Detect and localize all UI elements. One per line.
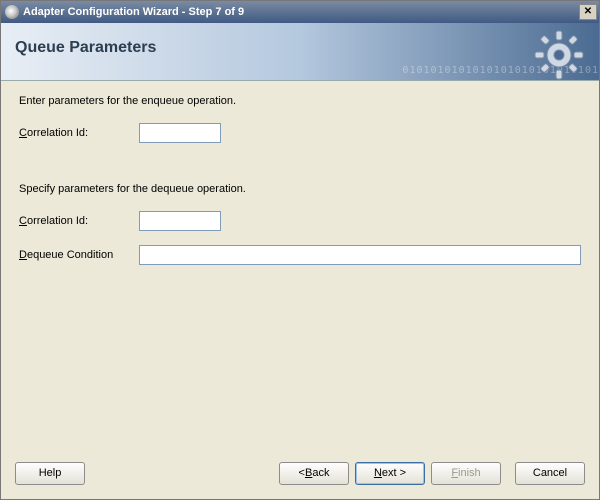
dequeue-correlation-row: Correlation Id:: [19, 211, 581, 231]
dequeue-correlation-label: Correlation Id:: [19, 215, 139, 227]
content-area: Enter parameters for the enqueue operati…: [1, 81, 599, 457]
app-icon: [5, 5, 19, 19]
dequeue-instruction: Specify parameters for the dequeue opera…: [19, 183, 581, 195]
window-title: Adapter Configuration Wizard - Step 7 of…: [23, 6, 579, 18]
help-button[interactable]: Help: [15, 462, 85, 485]
gear-icon: [531, 27, 587, 81]
enqueue-instruction: Enter parameters for the enqueue operati…: [19, 95, 581, 107]
close-button[interactable]: ✕: [579, 4, 597, 20]
enqueue-correlation-label: Correlation Id:: [19, 127, 139, 139]
cancel-button[interactable]: Cancel: [515, 462, 585, 485]
back-button[interactable]: < Back: [279, 462, 349, 485]
button-bar: Help < Back Next > Finish Cancel: [1, 457, 599, 499]
dequeue-condition-input[interactable]: [139, 245, 581, 265]
next-button[interactable]: Next >: [355, 462, 425, 485]
dequeue-correlation-input[interactable]: [139, 211, 221, 231]
header-banner: Queue Parameters 01010101010101010101010…: [1, 23, 599, 81]
page-title: Queue Parameters: [15, 39, 156, 57]
enqueue-correlation-row: Correlation Id:: [19, 123, 581, 143]
titlebar: Adapter Configuration Wizard - Step 7 of…: [1, 1, 599, 23]
dequeue-condition-label: Dequeue Condition: [19, 249, 139, 261]
wizard-window: Adapter Configuration Wizard - Step 7 of…: [0, 0, 600, 500]
enqueue-correlation-input[interactable]: [139, 123, 221, 143]
close-icon: ✕: [584, 7, 592, 17]
finish-button: Finish: [431, 462, 501, 485]
dequeue-condition-row: Dequeue Condition: [19, 245, 581, 265]
